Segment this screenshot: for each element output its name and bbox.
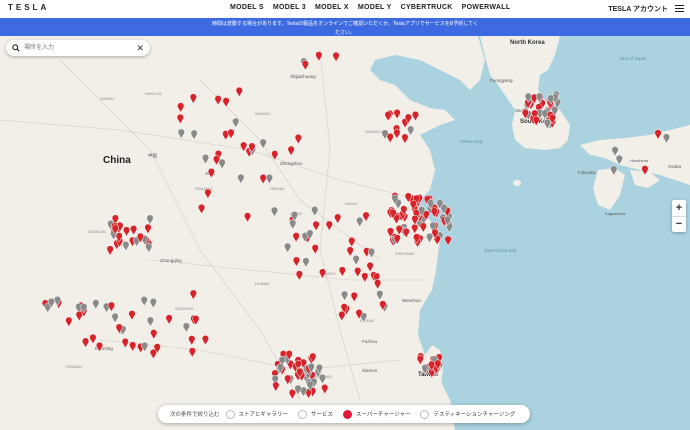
ningxia-label: NINGXIA bbox=[145, 91, 162, 96]
radio-icon[interactable] bbox=[420, 409, 430, 419]
anhui-label: ANHUI bbox=[345, 201, 357, 206]
china-label: China bbox=[103, 155, 131, 166]
guizhou-label: GUIZHOU bbox=[175, 306, 194, 311]
xiamen-label: Xiamen bbox=[362, 368, 378, 373]
pyongyang-label: Pyongyang bbox=[490, 78, 513, 83]
banner-line-2: ださい。 bbox=[334, 30, 355, 36]
shijiazhuang-label: Shijiazhuang bbox=[290, 74, 316, 79]
account-link[interactable]: TESLA アカウント bbox=[608, 4, 668, 14]
search-icon bbox=[12, 44, 20, 52]
radio-icon[interactable] bbox=[297, 409, 307, 419]
filter-service[interactable]: サービス bbox=[297, 409, 333, 419]
nav-model-x[interactable]: MODEL X bbox=[315, 4, 349, 11]
hiroshima-label: Hiroshima bbox=[630, 158, 649, 163]
zoom-controls: + − bbox=[672, 200, 686, 232]
top-nav: TESLA MODEL S MODEL 3 MODEL X MODEL Y CY… bbox=[0, 0, 690, 18]
tesla-logo[interactable]: TESLA bbox=[8, 3, 49, 12]
hamburger-menu-icon[interactable] bbox=[675, 5, 684, 12]
nav-model-y[interactable]: MODEL Y bbox=[358, 4, 392, 11]
zoom-in-button[interactable]: + bbox=[672, 200, 686, 216]
zoom-out-button[interactable]: − bbox=[672, 217, 686, 232]
yellow-sea-label: Yellow Sea bbox=[460, 139, 483, 144]
osaka-label: Osaka bbox=[668, 164, 682, 169]
filter-option-label: ストアとギャラリー bbox=[238, 412, 288, 418]
close-icon[interactable]: ✕ bbox=[136, 43, 144, 53]
nav-links: MODEL S MODEL 3 MODEL X MODEL Y CYBERTRU… bbox=[230, 4, 510, 11]
filter-option-label: デスティネーションチャージング bbox=[433, 412, 516, 418]
search-input[interactable] bbox=[24, 43, 134, 53]
filter-stores-galleries[interactable]: ストアとギャラリー bbox=[225, 409, 288, 419]
banner-line-1: 時間は変動する場合があります。Teslaの製品をオンラインでご確認いただくか、T… bbox=[211, 21, 479, 27]
sea-of-japan-label: Sea of Japan bbox=[620, 56, 647, 61]
filter-destination-charging[interactable]: デスティネーションチャージング bbox=[420, 409, 516, 419]
info-banner: 時間は変動する場合があります。Teslaの製品をオンラインでご確認いただくか、T… bbox=[0, 18, 690, 36]
nav-powerwall[interactable]: POWERWALL bbox=[462, 4, 511, 11]
radio-icon[interactable] bbox=[225, 409, 235, 419]
kagoshima-label: Kagoshima bbox=[605, 211, 626, 216]
nav-cybertruck[interactable]: CYBERTRUCK bbox=[401, 4, 453, 11]
zhejiang-label: ZHEJIANG bbox=[395, 251, 415, 256]
wenzhou-label: Wenzhou bbox=[402, 298, 421, 303]
china-native-label: 中国 bbox=[148, 152, 157, 159]
map-canvas[interactable]: China 中国 North Korea Pyongyang Seoul Sou… bbox=[0, 36, 690, 430]
filter-option-label: スーパーチャージャー bbox=[355, 412, 411, 418]
chongqing-label: Chongqing bbox=[160, 258, 182, 263]
filter-option-label: サービス bbox=[310, 412, 333, 418]
supercharger-radio-icon[interactable] bbox=[342, 409, 352, 419]
gansu-label: GANSU bbox=[100, 96, 114, 101]
location-search: ✕ bbox=[6, 40, 150, 56]
filter-label: 次の条件で絞り込む bbox=[170, 412, 220, 418]
henan-label: HENAN bbox=[270, 186, 284, 191]
fuzhou-label: Fuzhou bbox=[362, 339, 378, 344]
zhengzhou-label: Zhengzhou bbox=[280, 161, 303, 166]
filter-supercharger[interactable]: スーパーチャージャー bbox=[342, 409, 411, 419]
sichuan-label: SICHUAN bbox=[88, 229, 106, 234]
fukuoka-label: Fukuoka bbox=[578, 170, 596, 175]
east-china-sea-label: East China Sea bbox=[485, 248, 517, 253]
yunnan-label: YUNNAN bbox=[65, 364, 82, 369]
nav-model-3[interactable]: MODEL 3 bbox=[273, 4, 306, 11]
filter-bar: 次の条件で絞り込む ストアとギャラリー サービス スーパーチャージャー デスティ… bbox=[158, 405, 530, 423]
nav-model-s[interactable]: MODEL S bbox=[230, 4, 264, 11]
north-korea-label: North Korea bbox=[510, 40, 545, 46]
hunan-label: HUNAN bbox=[255, 281, 269, 286]
shanxi-label: SHANXI bbox=[255, 111, 270, 116]
